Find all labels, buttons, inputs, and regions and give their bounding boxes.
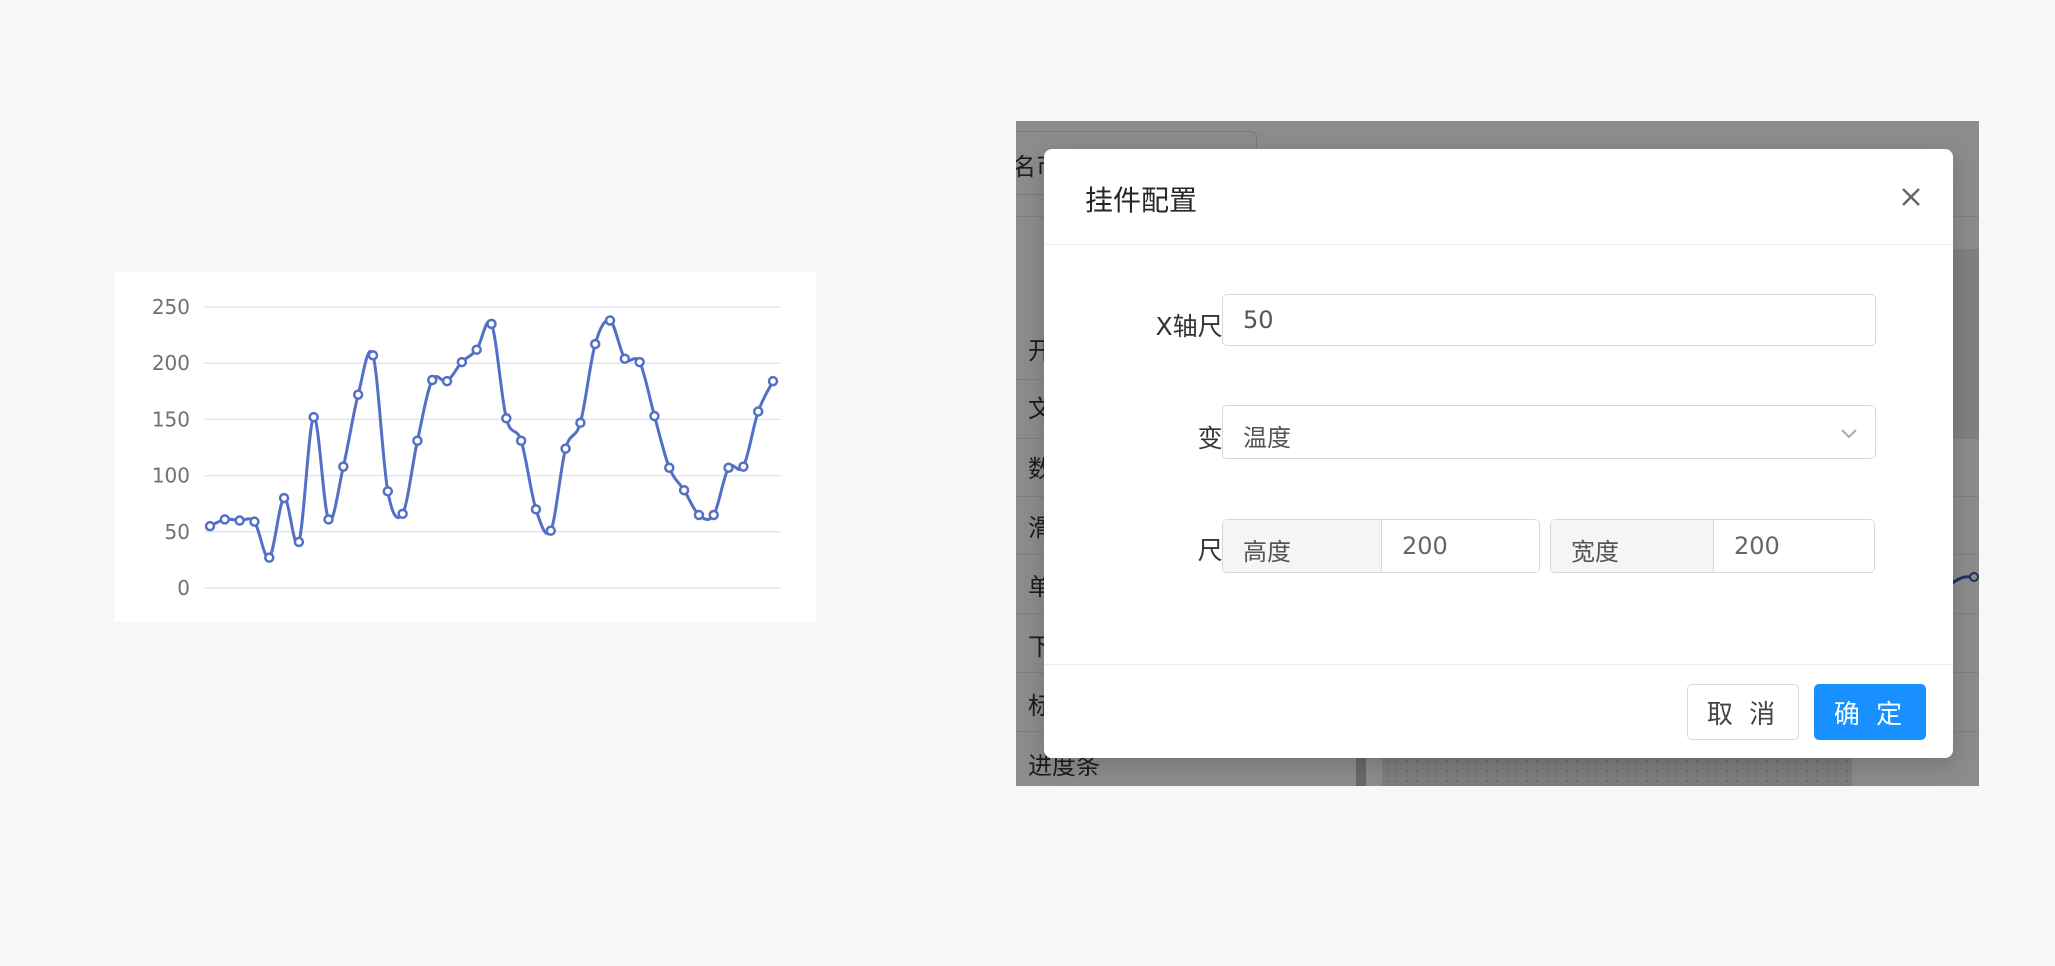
data-point[interactable] [382,486,394,497]
y-tick-label: 0 [177,576,190,600]
data-point[interactable] [204,520,216,532]
data-point[interactable] [560,443,571,454]
line-chart: 0 50 100 150 200 250 [152,295,781,600]
data-point[interactable] [545,525,557,536]
data-point[interactable] [619,353,631,364]
data-point[interactable] [471,344,482,355]
variable-select-value: 温度 [1243,424,1291,452]
cancel-button[interactable]: 取 消 [1687,684,1799,740]
y-tick-label: 50 [165,520,190,544]
data-point[interactable] [589,338,601,350]
data-point[interactable] [693,509,705,521]
data-point[interactable] [678,484,690,496]
data-point[interactable] [264,552,275,563]
y-tick-label: 150 [152,407,190,431]
data-point[interactable] [441,375,453,387]
data-point[interactable] [515,435,527,447]
data-point[interactable] [752,406,764,417]
data-point[interactable] [352,389,364,400]
data-point[interactable] [412,435,423,447]
confirm-button[interactable]: 确 定 [1814,684,1926,740]
close-icon[interactable] [1895,181,1927,213]
width-input-group: 宽度 [1550,519,1875,573]
x-axis-size-input[interactable] [1222,294,1876,346]
chevron-down-icon [1839,423,1859,447]
y-tick-label: 250 [152,295,190,319]
data-point[interactable] [278,492,290,504]
data-point[interactable] [249,516,260,527]
data-point[interactable] [293,536,305,548]
data-point[interactable] [664,462,675,473]
data-point[interactable] [234,515,245,526]
data-point[interactable] [486,318,497,330]
data-point[interactable] [575,417,586,429]
data-point[interactable] [456,356,468,368]
width-input[interactable] [1714,520,1874,572]
height-input[interactable] [1382,520,1539,572]
y-tick-label: 200 [152,351,190,375]
data-point[interactable] [649,410,660,422]
data-point[interactable] [604,315,616,326]
dialog-header: 挂件配置 [1044,149,1953,245]
y-tick-label: 100 [152,464,190,488]
data-point[interactable] [219,514,231,525]
data-point[interactable] [501,413,512,424]
dialog-title: 挂件配置 [1085,184,1198,217]
data-point[interactable] [323,514,334,525]
data-point[interactable] [397,508,408,520]
data-point[interactable] [634,356,645,368]
data-point[interactable] [767,375,779,387]
data-point[interactable] [338,461,349,472]
dialog-footer: 取 消 确 定 [1044,664,1953,759]
series-line [209,318,775,560]
data-point[interactable] [426,374,438,386]
data-point[interactable] [308,411,319,423]
line-chart-card: 0 50 100 150 200 250 [115,272,816,622]
variable-select[interactable]: 温度 [1222,405,1876,459]
data-point[interactable] [530,504,542,515]
data-point[interactable] [708,509,719,521]
widget-config-dialog: 挂件配置 X轴尺寸: 变量: 温度 尺寸: 高度 宽度 取 消 确 定 [1044,149,1953,758]
height-addon: 高度 [1223,520,1382,572]
data-point[interactable] [723,462,734,473]
width-addon: 宽度 [1551,520,1714,572]
data-point[interactable] [367,350,379,361]
data-point[interactable] [738,461,749,472]
height-input-group: 高度 [1222,519,1540,573]
